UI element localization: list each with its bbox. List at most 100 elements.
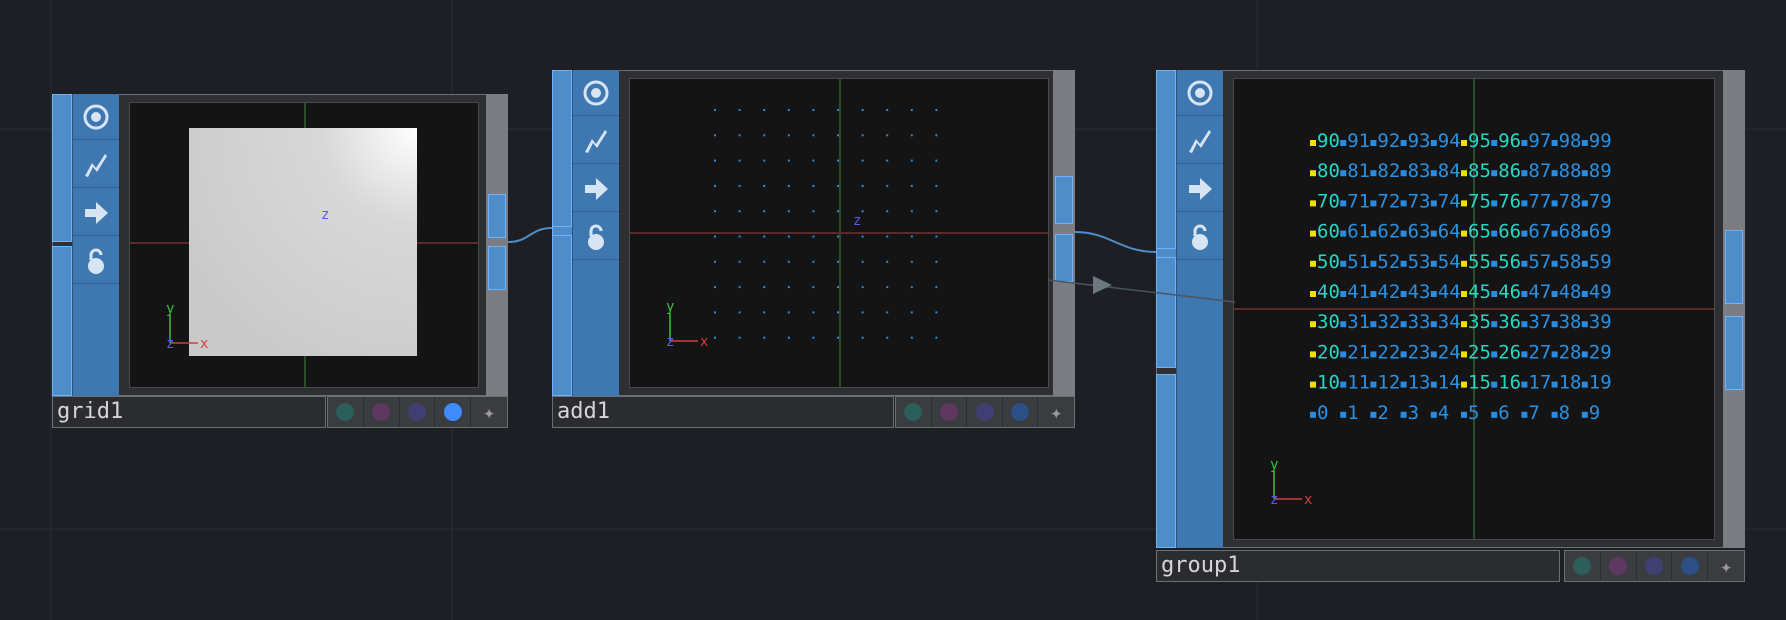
flag-pin[interactable]: ✦ xyxy=(1708,551,1744,581)
point-number-label: 49 xyxy=(1589,281,1612,303)
node-add1[interactable]: z y z x add1 ✦ xyxy=(552,70,1075,434)
flag-bypass[interactable] xyxy=(1601,551,1637,581)
point-marker xyxy=(1370,381,1377,388)
z-axis-label: z xyxy=(1270,492,1278,508)
flag-pin[interactable]: ✦ xyxy=(1038,397,1074,427)
point-marker xyxy=(861,336,864,339)
flag-lock[interactable] xyxy=(400,397,436,427)
point-marker xyxy=(812,286,815,289)
point-number-label: 45 xyxy=(1468,281,1491,303)
point-number-label: 30 xyxy=(1317,311,1340,333)
point-number-label: 8 xyxy=(1559,402,1570,424)
input-port[interactable] xyxy=(552,226,574,236)
node-name-field[interactable]: group1 xyxy=(1156,550,1560,582)
node-grid1[interactable]: z y z x grid1 ✦ xyxy=(52,94,508,434)
point-marker xyxy=(1581,411,1588,418)
point-marker xyxy=(1310,230,1316,237)
input-connector[interactable] xyxy=(1156,70,1176,368)
geometry-viewer[interactable]: z y z x xyxy=(629,78,1049,388)
flag-display[interactable] xyxy=(435,397,472,427)
node-icon-column xyxy=(72,94,119,396)
input-connector[interactable] xyxy=(52,246,72,396)
lock-icon[interactable] xyxy=(73,238,119,284)
eye-icon[interactable] xyxy=(573,70,619,116)
node-icon-column xyxy=(1176,70,1223,548)
lightning-icon[interactable] xyxy=(73,142,119,188)
point-marker xyxy=(738,210,741,213)
flag-bypass[interactable] xyxy=(364,397,400,427)
point-marker xyxy=(812,235,815,238)
lock-icon[interactable] xyxy=(573,214,619,260)
point-number-label: 47 xyxy=(1528,281,1551,303)
arrow-right-icon[interactable] xyxy=(73,190,119,236)
lock-icon[interactable] xyxy=(1177,214,1223,260)
point-number-label: 72 xyxy=(1377,190,1400,212)
point-marker xyxy=(1551,291,1558,297)
geometry-viewer[interactable]: 90 91 92 93 94 95 96 97 98 99 80 81 82 83 84 85 86 87 88 89… xyxy=(1233,78,1715,540)
arrow-right-icon[interactable] xyxy=(1177,166,1223,212)
flag-cooking[interactable] xyxy=(328,397,364,427)
lightning-icon[interactable] xyxy=(1177,118,1223,164)
z-axis-label: z xyxy=(666,334,674,350)
point-number-label: 71 xyxy=(1347,190,1370,212)
point-marker xyxy=(1521,351,1528,358)
point-number-label: 35 xyxy=(1468,311,1491,333)
point-marker xyxy=(886,109,889,111)
point-marker xyxy=(738,336,741,339)
eye-icon[interactable] xyxy=(73,94,119,140)
output-connector[interactable] xyxy=(488,194,506,238)
output-connector[interactable] xyxy=(1725,230,1743,304)
lightning-icon[interactable] xyxy=(573,118,619,164)
point-number-label: 2 xyxy=(1377,402,1388,424)
point-number-label: 95 xyxy=(1468,130,1491,152)
output-connector[interactable] xyxy=(1055,234,1073,282)
arrow-right-icon[interactable] xyxy=(573,166,619,212)
flag-cooking[interactable] xyxy=(896,397,932,427)
flag-display[interactable] xyxy=(1672,551,1709,581)
point-marker xyxy=(812,336,815,339)
point-marker xyxy=(1400,170,1407,177)
point-marker xyxy=(1310,140,1316,146)
flag-lock[interactable] xyxy=(967,397,1003,427)
point-marker xyxy=(1400,260,1407,267)
point-number-label: 64 xyxy=(1438,221,1461,243)
point-marker xyxy=(1491,230,1498,237)
input-connector[interactable] xyxy=(52,94,72,242)
point-marker xyxy=(1310,321,1316,328)
flag-cooking[interactable] xyxy=(1565,551,1601,581)
flag-lock[interactable] xyxy=(1637,551,1673,581)
point-marker xyxy=(1581,170,1588,177)
point-number-label: 60 xyxy=(1317,221,1340,243)
point-marker xyxy=(1581,230,1588,237)
flag-display[interactable] xyxy=(1003,397,1039,427)
node-group1[interactable]: 90 91 92 93 94 95 96 97 98 99 80 81 82 83 84 85 86 87 88 89… xyxy=(1156,70,1745,588)
point-marker xyxy=(738,159,741,162)
point-marker xyxy=(935,235,938,238)
flag-pin[interactable]: ✦ xyxy=(471,397,507,427)
output-connector[interactable] xyxy=(488,246,506,290)
node-name-field[interactable]: grid1 xyxy=(52,396,326,428)
point-marker xyxy=(837,159,839,162)
point-number-label: 28 xyxy=(1559,341,1582,363)
point-marker xyxy=(1340,230,1347,237)
point-marker xyxy=(1370,260,1377,267)
node-name-field[interactable]: add1 xyxy=(552,396,894,428)
point-number-label: 40 xyxy=(1317,281,1340,303)
point-marker xyxy=(812,109,815,111)
point-marker xyxy=(1310,200,1316,207)
input-connector[interactable] xyxy=(1156,374,1176,548)
point-marker xyxy=(1521,260,1528,267)
point-number-label: 46 xyxy=(1498,281,1521,303)
flag-bypass[interactable] xyxy=(932,397,968,427)
output-connector[interactable] xyxy=(1055,176,1073,224)
point-number-label: 75 xyxy=(1468,190,1491,212)
point-number-label: 65 xyxy=(1468,221,1491,243)
point-marker xyxy=(1400,411,1407,418)
point-marker xyxy=(1340,411,1347,418)
point-marker xyxy=(1310,411,1316,418)
output-connector[interactable] xyxy=(1725,316,1743,390)
input-port[interactable] xyxy=(1156,248,1178,258)
eye-icon[interactable] xyxy=(1177,70,1223,116)
point-number-label: 10 xyxy=(1317,372,1340,394)
geometry-viewer[interactable]: z y z x xyxy=(129,102,479,388)
